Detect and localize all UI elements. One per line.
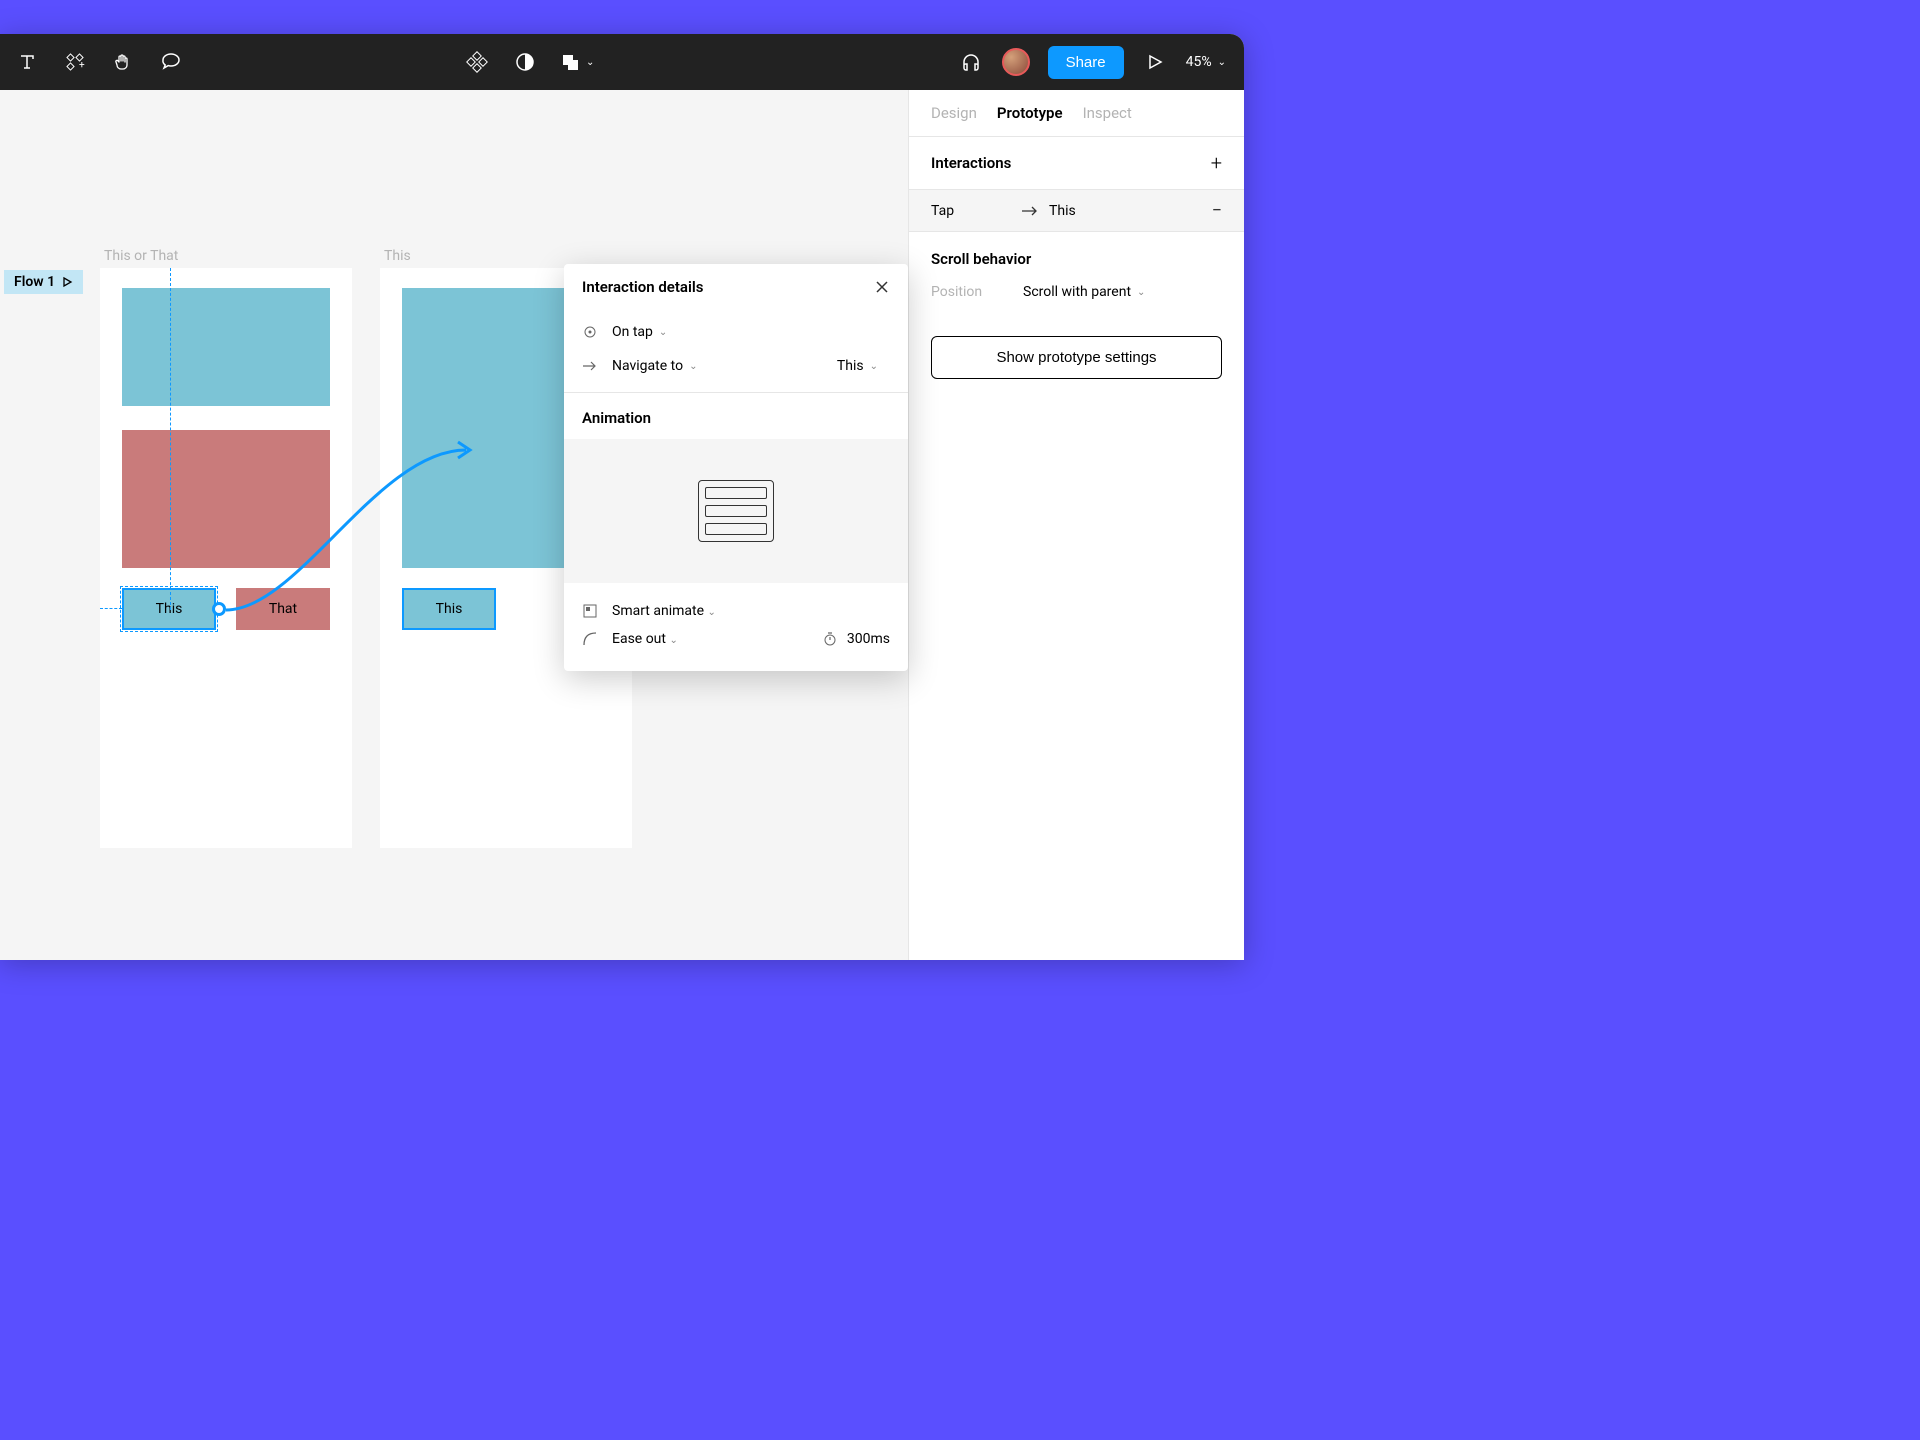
connector-handle[interactable] [212, 602, 226, 616]
this-button-2[interactable]: This [402, 588, 496, 630]
easing-curve-icon [582, 632, 598, 646]
frame-1-label: This or That [104, 248, 178, 264]
trigger-dropdown[interactable]: On tap ⌄ [612, 324, 667, 340]
play-icon [61, 276, 73, 288]
svg-text:+: + [79, 60, 85, 71]
tab-inspect[interactable]: Inspect [1083, 104, 1132, 122]
selection-outline [120, 586, 218, 632]
frame-2-label: This [384, 248, 411, 264]
scroll-behavior-header: Scroll behavior [931, 250, 1222, 268]
animation-type-dropdown[interactable]: Smart animate ⌄ [612, 603, 716, 619]
duration-input[interactable]: 300ms [847, 631, 890, 647]
close-icon[interactable] [874, 279, 890, 295]
add-interaction-icon[interactable]: + [1211, 151, 1222, 175]
interaction-row[interactable]: Tap This − [909, 190, 1244, 232]
arrow-right-icon [1021, 205, 1039, 217]
destination-dropdown[interactable]: This ⌄ [837, 358, 878, 374]
guide-horizontal [100, 608, 122, 609]
navigate-action-icon [582, 361, 598, 371]
tap-trigger-icon [582, 325, 598, 339]
comment-tool-icon[interactable] [158, 49, 184, 75]
mask-tool-icon[interactable] [512, 49, 538, 75]
tab-prototype[interactable]: Prototype [997, 104, 1063, 122]
remove-interaction-icon[interactable]: − [1212, 200, 1222, 221]
zoom-value: 45% [1186, 54, 1212, 70]
position-dropdown[interactable]: Scroll with parent ⌄ [1023, 284, 1145, 300]
smart-animate-icon [582, 604, 598, 618]
interaction-trigger: Tap [931, 203, 1021, 219]
boolean-tool-icon[interactable]: ⌄ [560, 49, 594, 75]
interaction-target: This [1049, 203, 1076, 219]
headphones-icon[interactable] [958, 49, 984, 75]
user-avatar[interactable] [1002, 48, 1030, 76]
top-toolbar: + ⌄ Share [0, 34, 1244, 90]
interaction-panel-title: Interaction details [582, 278, 703, 296]
share-button[interactable]: Share [1048, 46, 1124, 79]
text-tool-icon[interactable] [14, 49, 40, 75]
zoom-dropdown[interactable]: 45% ⌄ [1186, 54, 1226, 70]
show-prototype-settings-button[interactable]: Show prototype settings [931, 336, 1222, 379]
tab-design[interactable]: Design [931, 104, 977, 122]
flow-start-label[interactable]: Flow 1 [4, 270, 83, 294]
components-tool-icon[interactable]: + [62, 49, 88, 75]
stopwatch-icon [823, 632, 837, 646]
position-label: Position [931, 284, 1023, 300]
frame-this-or-that[interactable]: This That [100, 268, 352, 848]
red-block-1 [122, 430, 330, 568]
action-dropdown[interactable]: Navigate to ⌄ [612, 358, 697, 374]
diamond-grid-icon[interactable] [464, 49, 490, 75]
easing-dropdown[interactable]: Ease out ⌄ [612, 631, 678, 647]
hand-tool-icon[interactable] [110, 49, 136, 75]
right-panel: Design Prototype Inspect Interactions + … [908, 90, 1244, 960]
interactions-header: Interactions [931, 154, 1011, 172]
guide-vertical [170, 268, 171, 610]
interaction-details-panel: Interaction details On tap ⌄ Navigate to… [564, 264, 908, 671]
teal-block-1 [122, 288, 330, 406]
that-button[interactable]: That [236, 588, 330, 630]
play-prototype-icon[interactable] [1142, 49, 1168, 75]
animation-header: Animation [564, 393, 908, 439]
animation-preview [564, 439, 908, 583]
